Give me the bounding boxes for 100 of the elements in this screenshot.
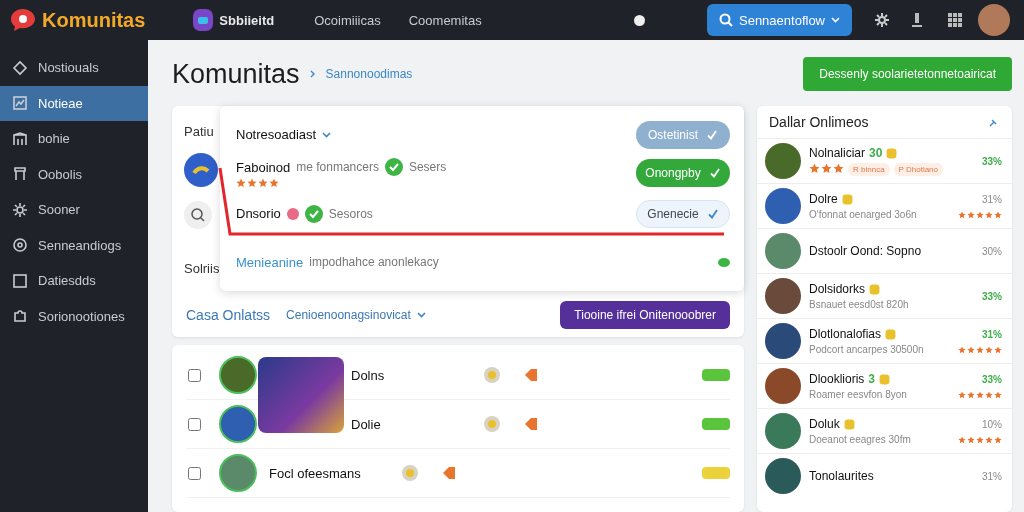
tag-icon (523, 416, 539, 432)
notification-detail: me fonmancers (296, 160, 379, 175)
avatar (765, 368, 801, 404)
notification-name: Faboinod (236, 159, 291, 175)
status-dot-icon (718, 257, 730, 267)
user-name: Dolre (809, 192, 838, 206)
coin-icon (885, 328, 897, 340)
user-name: Dstoolr Oond: Sopno (809, 244, 922, 258)
user-count: 3 (868, 372, 876, 386)
door-icon (12, 166, 28, 183)
circle-icon (12, 237, 28, 254)
user-status: Bsnauet eesd0st 820h (809, 299, 909, 310)
settings-icon[interactable] (874, 12, 890, 28)
caret-icon (322, 131, 332, 138)
coin-icon (841, 193, 853, 205)
sidebar-item[interactable]: Sooner (0, 192, 148, 228)
percent-text: 30% (982, 245, 1002, 257)
coin-icon (483, 366, 501, 384)
coin-icon (869, 283, 880, 295)
coin-icon (483, 415, 501, 433)
sidebar-item[interactable]: Datiesdds (0, 263, 148, 299)
user-name: Dlooklioris (809, 372, 865, 386)
sidebar-item[interactable]: bohie (0, 121, 148, 157)
user-name: Doluk (809, 417, 840, 431)
sidebar-item[interactable]: Oobolis (0, 156, 148, 192)
row-name: Dolns (351, 367, 386, 383)
app-icon (193, 9, 214, 31)
percent-text: 33% (982, 373, 1002, 385)
nav-link[interactable]: Ocoimiiicas (314, 12, 381, 28)
coin-icon (843, 418, 855, 430)
puzzle-icon (12, 308, 28, 325)
filter-label: Casa Onlatss (186, 307, 271, 323)
panel-title: Dallar Onlimeos (769, 114, 869, 130)
avatar (765, 323, 801, 359)
panel-label: Patiu (184, 124, 214, 139)
grid-icon[interactable] (948, 13, 962, 27)
sidebar-item[interactable]: Nostiouals (0, 50, 148, 86)
avatar (219, 356, 257, 394)
tag-icon (441, 465, 457, 481)
avatar (765, 143, 801, 179)
coin-icon (401, 464, 419, 482)
sidebar-item[interactable]: Notieae (0, 85, 148, 121)
notification-name: Dnsorio (236, 206, 281, 222)
user-count: 30 (869, 146, 883, 160)
row-checkbox[interactable] (188, 466, 201, 480)
nav-link[interactable]: Coomemitas (408, 12, 482, 28)
page-title: Komunitas (172, 58, 300, 90)
panel-label: Solriis (184, 261, 220, 276)
avatar (219, 454, 257, 492)
check-icon (706, 128, 718, 141)
sidebar-item[interactable]: Sorionootiones (0, 298, 148, 334)
percent-text: 33% (982, 155, 1002, 167)
user-tag: R binnca (848, 163, 890, 176)
percent-text: 31% (982, 470, 1002, 482)
caret-icon (416, 312, 426, 318)
check-icon (706, 207, 719, 220)
notification-button[interactable]: Gnenecie (636, 199, 730, 228)
footer-link[interactable]: Menieanine (236, 254, 304, 270)
percent-text: 33% (982, 290, 1002, 302)
chat-bubble-logo-icon (10, 8, 36, 32)
chart-icon (12, 95, 28, 112)
breadcrumb-link[interactable]: Sannonoodimas (325, 67, 413, 81)
search-icon (719, 13, 733, 27)
search-icon[interactable] (184, 201, 212, 229)
coin-icon (879, 373, 891, 385)
info-dot-icon (633, 14, 645, 26)
row-checkbox[interactable] (188, 417, 201, 431)
coin-icon (886, 147, 898, 159)
percent-text: 31% (982, 328, 1002, 340)
caret-icon (831, 17, 840, 23)
user-name: Dolsidorks (809, 282, 865, 296)
avatar (219, 405, 257, 443)
user-name: Tonolaurites (809, 469, 874, 483)
filter-select[interactable]: Cenioenoonagsinovicat (286, 308, 426, 322)
tag-icon (12, 59, 28, 76)
avatar (765, 188, 801, 224)
row-checkbox[interactable] (188, 368, 201, 382)
percent-text: 10% (982, 418, 1002, 430)
avatar (765, 233, 801, 269)
notification-title: Notresoadiast (236, 127, 317, 143)
square-icon (12, 272, 28, 289)
filter-button[interactable]: Tiooine ifrei Onitenooobrer (560, 301, 730, 329)
tag-icon (523, 367, 539, 383)
sidebar-item[interactable]: Senneandiogs (0, 227, 148, 263)
row-name: Focl ofeesmans (269, 465, 362, 481)
check-icon (708, 167, 721, 180)
user-tag: P Dhotiano (893, 163, 943, 176)
search-button[interactable]: Sennaentoflow (707, 4, 852, 36)
check-circle-icon (384, 158, 403, 177)
user-status: Doeanot eeagres 30fm (809, 434, 911, 445)
notification-status: Sesers (408, 160, 447, 175)
user-status: Roamer eesvfon 8yon (809, 389, 907, 400)
user-avatar[interactable] (978, 4, 1010, 36)
user-status: Podcort ancarpes 30500n (809, 344, 924, 355)
avatar (765, 458, 801, 494)
row-name: Dolie (351, 416, 382, 432)
user-name: Nolnaliciar (809, 146, 866, 160)
building-icon (12, 130, 28, 147)
app-logo-icon (184, 153, 218, 187)
percent-text: 31% (982, 193, 1002, 205)
